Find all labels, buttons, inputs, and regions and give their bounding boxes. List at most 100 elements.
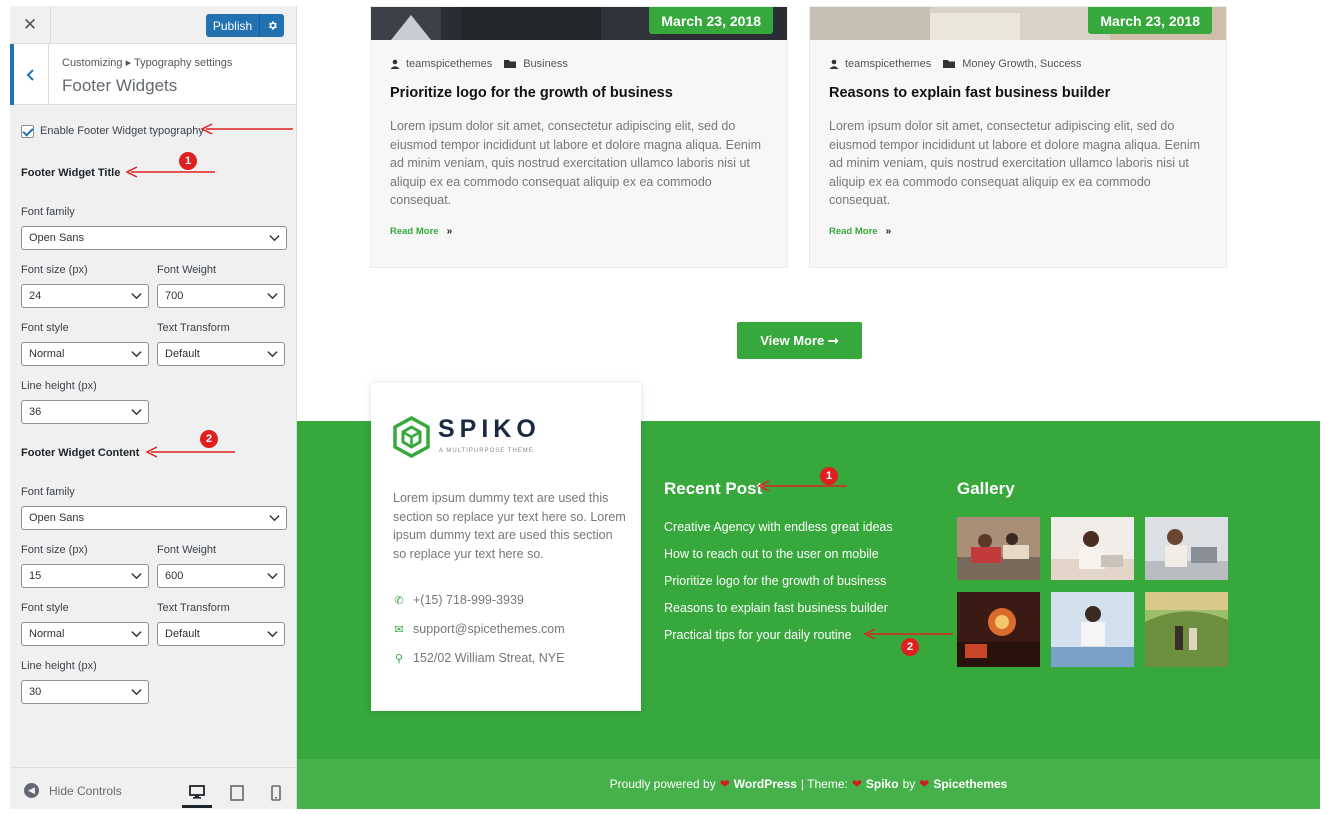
title-font-family-select[interactable]: Open Sans <box>21 226 287 250</box>
double-chevron-icon: » <box>885 226 892 237</box>
footer-widget-title-heading: Footer Widget Title <box>21 167 121 179</box>
content-text-transform-select[interactable]: Default <box>157 622 285 646</box>
desktop-icon <box>189 784 205 799</box>
gallery-thumbnail[interactable] <box>1051 517 1134 580</box>
title-font-style-value: Normal <box>29 348 65 360</box>
recent-post-link[interactable]: Reasons to explain fast business builder <box>664 601 888 615</box>
post-date-badge: March 23, 2018 <box>1088 7 1212 34</box>
recent-post-link[interactable]: Creative Agency with endless great ideas <box>664 520 893 534</box>
publish-button[interactable]: Publish <box>206 14 260 37</box>
footer-copyright: Proudly powered by ❤ WordPress | Theme: … <box>297 759 1320 809</box>
contact-address: ⚲ 152/02 William Streat, NYE <box>393 651 564 665</box>
content-font-family-value: Open Sans <box>29 512 85 524</box>
recent-post-link[interactable]: Prioritize logo for the growth of busine… <box>664 574 886 588</box>
post-card: March 23, 2018 teamspicethemes Money Gro… <box>809 6 1227 268</box>
content-font-weight-select[interactable]: 600 <box>157 564 285 588</box>
content-font-style-label: Font style <box>21 602 69 614</box>
chevron-down-icon <box>269 515 280 522</box>
title-line-height-select[interactable]: 36 <box>21 400 149 424</box>
publish-group: Publish <box>206 14 284 37</box>
title-font-weight-select[interactable]: 700 <box>157 284 285 308</box>
customizer-header: ✕ Publish <box>10 6 296 44</box>
read-more-link[interactable]: Read More » <box>829 226 891 237</box>
footer-widget-content-heading: Footer Widget Content <box>21 447 140 459</box>
post-category[interactable]: Business <box>523 58 568 70</box>
hide-controls-label: Hide Controls <box>49 783 122 798</box>
phone-icon: ✆ <box>394 594 404 607</box>
annotation-badge: 1 <box>820 467 838 485</box>
post-title[interactable]: Prioritize logo for the growth of busine… <box>390 85 673 101</box>
recent-post-link[interactable]: Practical tips for your daily routine <box>664 628 852 642</box>
gallery-thumbnail[interactable] <box>957 517 1040 580</box>
post-author[interactable]: teamspicethemes <box>406 58 492 70</box>
recent-post-link[interactable]: How to reach out to the user on mobile <box>664 547 879 561</box>
preview-tablet-button[interactable] <box>222 778 252 808</box>
content-line-height-select[interactable]: 30 <box>21 680 149 704</box>
title-font-size-select[interactable]: 24 <box>21 284 149 308</box>
section-header: Customizing ▸ Typography settings Footer… <box>10 44 296 105</box>
read-more-label: Read More <box>829 226 878 237</box>
content-font-style-value: Normal <box>29 628 65 640</box>
chevron-down-icon <box>131 293 142 300</box>
site-preview: March 23, 2018 teamspicethemes Business … <box>297 6 1320 809</box>
phone-value: +(15) 718-999-3939 <box>413 593 524 607</box>
hide-controls-button[interactable]: ◀ Hide Controls <box>24 783 122 798</box>
annotation-badge: 1 <box>179 152 197 170</box>
chevron-down-icon <box>131 351 142 358</box>
content-line-height-value: 30 <box>29 686 42 698</box>
chevron-down-icon <box>267 293 278 300</box>
recent-post-title: Recent Post <box>664 479 763 498</box>
mobile-icon <box>271 785 281 801</box>
heart-icon: ❤ <box>851 777 862 791</box>
gallery-thumbnail[interactable] <box>1145 517 1228 580</box>
title-text-transform-value: Default <box>165 348 200 360</box>
folder-icon <box>943 60 956 68</box>
close-button[interactable]: ✕ <box>10 6 51 44</box>
section-title: Footer Widgets <box>62 76 178 95</box>
address-value: 152/02 William Streat, NYE <box>413 651 565 665</box>
content-font-weight-label: Font Weight <box>157 544 217 556</box>
title-text-transform-select[interactable]: Default <box>157 342 285 366</box>
title-font-style-select[interactable]: Normal <box>21 342 149 366</box>
gallery-title: Gallery <box>957 479 1015 498</box>
post-title[interactable]: Reasons to explain fast business builder <box>829 85 1110 101</box>
post-author[interactable]: teamspicethemes <box>845 58 931 70</box>
by-text: by <box>902 777 916 791</box>
enable-typography-row[interactable]: Enable Footer Widget typography <box>21 121 204 141</box>
publish-settings-button[interactable] <box>260 14 284 37</box>
gear-icon <box>268 21 277 30</box>
view-more-button[interactable]: View More ➞ <box>737 322 862 359</box>
title-line-height-label: Line height (px) <box>21 380 97 392</box>
email-value[interactable]: support@spicethemes.com <box>413 622 565 636</box>
content-font-family-select[interactable]: Open Sans <box>21 506 287 530</box>
theme-link[interactable]: Spiko <box>866 777 899 791</box>
title-font-weight-label: Font Weight <box>157 264 217 276</box>
annotation-badge: 2 <box>901 638 919 656</box>
post-category[interactable]: Money Growth, Success <box>962 58 1081 70</box>
user-icon <box>390 59 400 69</box>
chevron-left-icon <box>26 68 34 81</box>
title-font-size-value: 24 <box>29 290 42 302</box>
gallery-thumbnail[interactable] <box>1051 592 1134 667</box>
preview-desktop-button[interactable] <box>182 778 212 808</box>
spiko-logo-icon <box>393 416 430 458</box>
content-text-transform-value: Default <box>165 628 200 640</box>
content-font-size-label: Font size (px) <box>21 544 88 556</box>
author-link[interactable]: Spicethemes <box>933 777 1007 791</box>
enable-typography-checkbox[interactable] <box>21 124 34 138</box>
heart-icon: ❤ <box>719 777 730 791</box>
title-font-weight-value: 700 <box>165 290 184 302</box>
content-font-style-select[interactable]: Normal <box>21 622 149 646</box>
gallery-thumbnail[interactable] <box>957 592 1040 667</box>
back-button[interactable] <box>10 44 49 105</box>
envelope-icon: ✉ <box>394 623 404 636</box>
enable-typography-label: Enable Footer Widget typography <box>40 125 204 137</box>
content-font-weight-value: 600 <box>165 570 184 582</box>
gallery-thumbnail[interactable] <box>1145 592 1228 667</box>
content-font-size-select[interactable]: 15 <box>21 564 149 588</box>
logo-text[interactable]: SPIKO <box>438 415 541 444</box>
preview-mobile-button[interactable] <box>261 778 291 808</box>
wordpress-link[interactable]: WordPress <box>734 777 797 791</box>
read-more-link[interactable]: Read More » <box>390 226 452 237</box>
read-more-label: Read More <box>390 226 439 237</box>
